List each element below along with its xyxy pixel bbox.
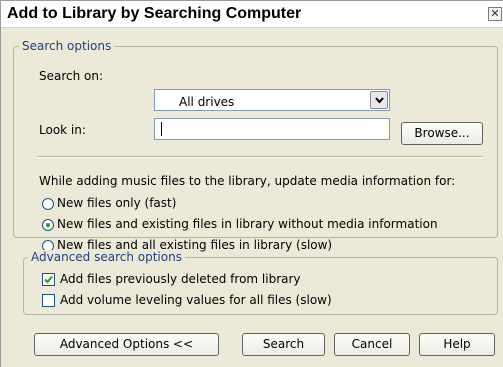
search-on-value: All drives bbox=[179, 95, 235, 109]
title-bar: Add to Library by Searching Computer ✕ bbox=[1, 1, 503, 28]
search-button[interactable]: Search bbox=[242, 333, 325, 356]
radio-label[interactable]: New files and existing files in library … bbox=[57, 217, 438, 231]
checkbox-checked[interactable] bbox=[42, 273, 55, 286]
search-on-dropdown[interactable]: All drives bbox=[154, 89, 390, 111]
search-on-label: Search on: bbox=[39, 69, 104, 83]
radio-button-selected[interactable] bbox=[42, 219, 54, 231]
help-button[interactable]: Help bbox=[419, 333, 495, 356]
text-caret bbox=[161, 122, 162, 136]
look-in-input[interactable] bbox=[154, 118, 390, 140]
update-prompt: While adding music files to the library,… bbox=[39, 174, 456, 188]
browse-button[interactable]: Browse... bbox=[401, 122, 483, 145]
radio-label[interactable]: New files only (fast) bbox=[57, 196, 176, 210]
search-options-divider bbox=[37, 156, 483, 158]
advanced-options-button[interactable]: Advanced Options << bbox=[34, 333, 219, 356]
cancel-button[interactable]: Cancel bbox=[334, 333, 410, 356]
radio-button[interactable] bbox=[42, 198, 54, 210]
checkbox[interactable] bbox=[42, 294, 55, 307]
close-icon[interactable]: ✕ bbox=[488, 7, 502, 21]
radio-dot bbox=[46, 223, 50, 227]
checkbox-label[interactable]: Add volume leveling values for all files… bbox=[60, 293, 332, 307]
add-to-library-dialog: Add to Library by Searching Computer ✕ S… bbox=[0, 0, 503, 367]
checkbox-label[interactable]: Add files previously deleted from librar… bbox=[60, 272, 301, 286]
search-options-legend: Search options bbox=[19, 39, 115, 53]
chevron-down-icon[interactable] bbox=[370, 91, 388, 109]
look-in-label: Look in: bbox=[39, 123, 86, 137]
dialog-title: Add to Library by Searching Computer bbox=[7, 5, 302, 22]
advanced-search-legend: Advanced search options bbox=[28, 250, 185, 264]
